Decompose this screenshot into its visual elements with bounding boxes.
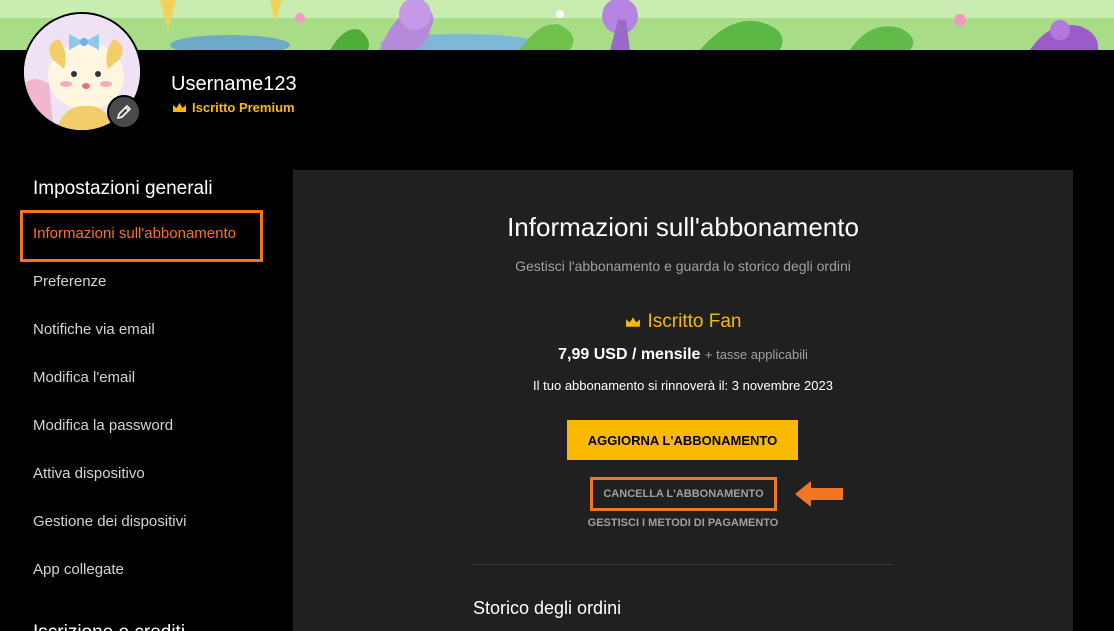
price-line: 7,99 USD / mensile + tasse applicabili	[293, 346, 1073, 364]
order-history-title: Storico degli ordini	[473, 598, 622, 618]
page-title: Informazioni sull'abbonamento	[507, 212, 859, 242]
membership-label: Iscritto Premium	[192, 100, 295, 115]
divider	[473, 564, 893, 565]
upgrade-subscription-button[interactable]: AGGIORNA L'ABBONAMENTO	[567, 420, 798, 460]
renewal-date: Il tuo abbonamento si rinnoverà il: 3 no…	[533, 378, 833, 393]
sidebar-item-change-password[interactable]: Modifica la password	[33, 417, 173, 434]
pencil-icon	[116, 104, 132, 120]
subscription-panel: Informazioni sull'abbonamento Gestisci l…	[293, 170, 1073, 631]
sidebar-item-connected-apps[interactable]: App collegate	[33, 561, 124, 578]
tier-label: Iscritto Fan	[647, 311, 742, 332]
sidebar-item-activate-device[interactable]: Attiva dispositivo	[33, 465, 145, 482]
profile-banner	[0, 0, 1114, 50]
tax-note: + tasse applicabili	[704, 347, 808, 362]
membership-badge: Iscritto Premium	[172, 100, 295, 115]
sidebar-heading: Impostazioni generali	[33, 178, 213, 199]
price: 7,99 USD / mensile	[558, 346, 701, 363]
page-subtitle: Gestisci l'abbonamento e guarda lo stori…	[515, 258, 851, 274]
manage-payment-methods-link[interactable]: GESTISCI I METODI DI PAGAMENTO	[293, 517, 1073, 529]
sidebar-item-change-email[interactable]: Modifica l'email	[33, 369, 135, 386]
sidebar-heading-2: Iscrizione e crediti	[33, 622, 185, 631]
sidebar-item-preferences[interactable]: Preferenze	[33, 273, 106, 290]
edit-avatar-button[interactable]	[107, 95, 141, 129]
sidebar-item-device-management[interactable]: Gestione dei dispositivi	[33, 513, 186, 530]
crown-icon	[625, 317, 640, 327]
subscription-tier: Iscritto Fan	[293, 311, 1073, 333]
banner-illustration	[0, 0, 1114, 50]
arrow-left-icon	[795, 481, 843, 507]
crown-icon	[173, 103, 186, 112]
username: Username123	[171, 73, 297, 95]
sidebar-item-email-notifications[interactable]: Notifiche via email	[33, 321, 155, 338]
cancel-subscription-link[interactable]: CANCELLA L'ABBONAMENTO	[590, 477, 777, 511]
sidebar-item-subscription-info[interactable]: Informazioni sull'abbonamento	[33, 225, 236, 242]
